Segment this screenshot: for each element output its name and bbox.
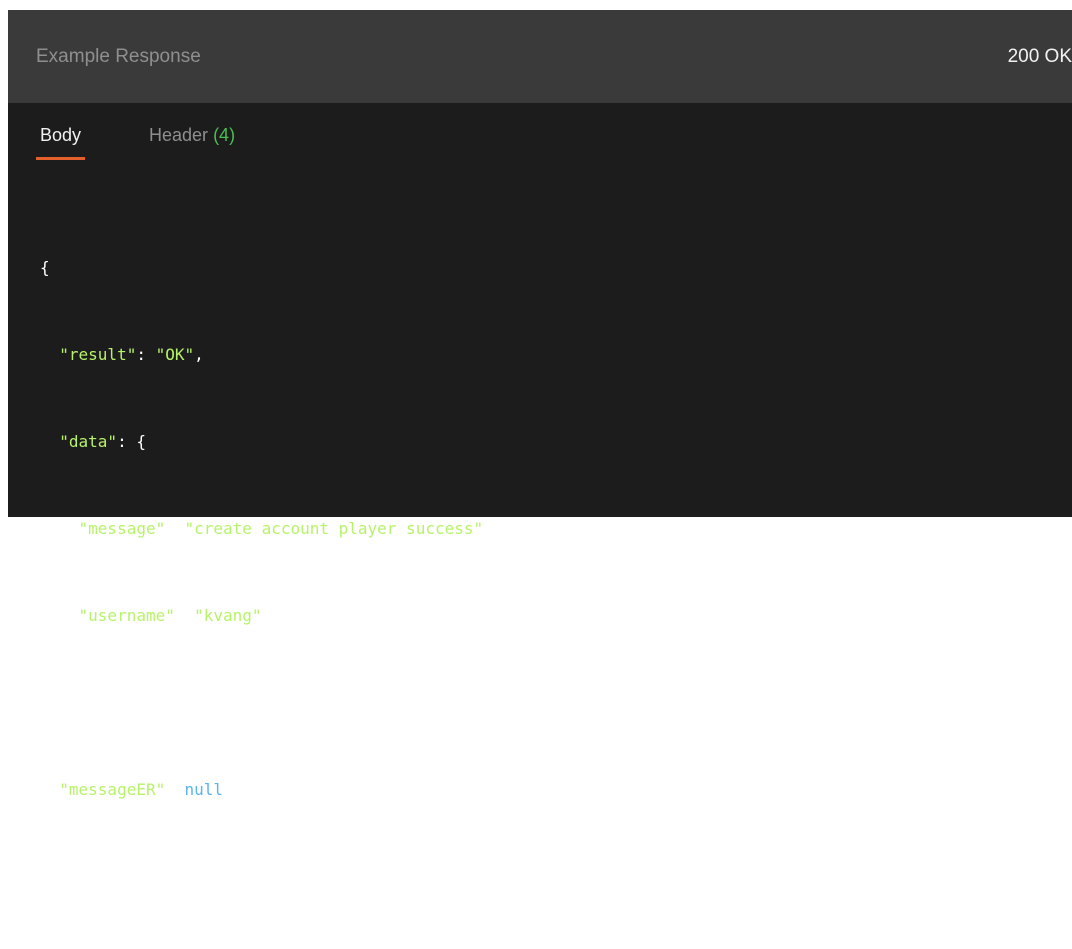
data-open-brace: { [136, 432, 146, 451]
result-value: "OK" [155, 345, 195, 364]
code-line: } [40, 862, 493, 891]
header-count-badge: (4) [213, 125, 236, 145]
data-key: "data" [59, 432, 118, 451]
tab-body-label: Body [40, 125, 82, 145]
code-line: { [40, 253, 493, 282]
tab-body[interactable]: Body [36, 125, 86, 160]
messageER-value: null [184, 780, 224, 799]
code-line: "messageER": null [59, 780, 224, 799]
response-tabs: Body Header (4) [8, 103, 1072, 175]
status-code: 200 OK [1007, 46, 1072, 67]
messageER-key: "messageER" [59, 780, 166, 799]
tab-header[interactable]: Header (4) [149, 125, 235, 146]
active-tab-indicator [36, 157, 86, 160]
response-header: Example Response 200 OK [8, 10, 1072, 103]
code-line: }, [40, 688, 493, 717]
username-key: "username" [78, 606, 175, 625]
open-brace: { [40, 258, 50, 277]
header-title: Example Response [36, 46, 201, 67]
tab-header-label: Header [149, 125, 209, 145]
result-key: "result" [59, 345, 137, 364]
code-line: "data": { [59, 432, 146, 451]
message-value: "create account player success" [184, 519, 484, 538]
message-key: "message" [78, 519, 166, 538]
username-value: "kvang" [194, 606, 262, 625]
data-close-brace: }, [59, 693, 79, 712]
close-brace: } [40, 867, 50, 886]
code-line: "username": "kvang" [78, 606, 262, 625]
example-response-panel: Example Response 200 OK Body Header (4) … [8, 10, 1072, 886]
response-body-code[interactable]: { "result": "OK", "data": { "message": "… [40, 195, 493, 949]
code-line: "result": "OK", [59, 345, 204, 364]
code-line: "message": "create account player succes… [78, 519, 493, 538]
